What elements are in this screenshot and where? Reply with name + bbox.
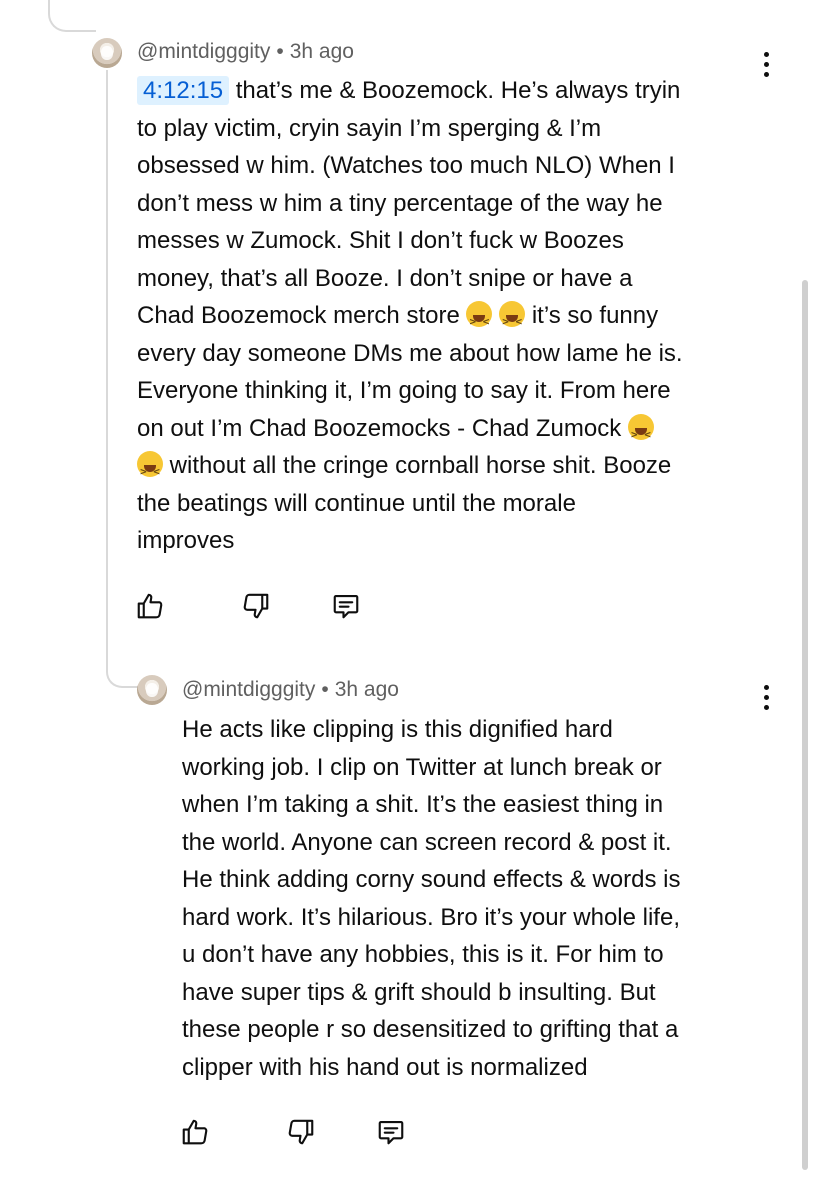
reply-connector: [106, 640, 142, 688]
timestamp-link[interactable]: 4:12:15: [137, 76, 230, 105]
comment-line: every day someone DMs me about how lame …: [137, 339, 683, 367]
comment-line: obsessed w him. (Watches too much NLO) W…: [137, 152, 675, 179]
comment-meta: @mintdigggity • 3h ago: [182, 678, 399, 702]
grinning-squinting-face-emoji: [137, 451, 163, 491]
author-name[interactable]: @mintdigggity: [137, 40, 270, 63]
comment-icon: [378, 1120, 404, 1145]
comment-text: 4:12:15 that’s me & Boozemock. He’s alwa…: [137, 72, 787, 560]
comment-line: the beatings will continue until the mor…: [137, 489, 576, 517]
comment-line: He acts like clipping is this dignified …: [182, 716, 613, 743]
comment-actions: [128, 586, 368, 626]
comment-line: working job. I clip on Twitter at lunch …: [182, 753, 662, 781]
comment-line: without all the cringe cornball horse sh…: [163, 452, 672, 479]
comment-line: when I’m taking a shit. It’s the easiest…: [182, 791, 664, 818]
comment-line: have super tips & grift should b insulti…: [182, 978, 656, 1006]
meta-separator: •: [276, 40, 284, 63]
comment-line: on out I’m Chad Boozemocks - Chad Zumock: [137, 414, 622, 442]
like-button[interactable]: [128, 586, 172, 626]
grinning-squinting-face-emoji: [466, 301, 493, 341]
comment-line: that’s me & Boozemock. He’s always tryin: [229, 77, 681, 104]
comment-line: clipper with his hand out is normalized: [182, 1053, 588, 1081]
comment-meta: @mintdigggity • 3h ago: [137, 40, 354, 64]
reply-button[interactable]: [369, 1112, 413, 1152]
thumbs-up-icon: [182, 1119, 208, 1145]
grinning-squinting-face-emoji: [499, 301, 526, 341]
comment-line: don’t mess w him a tiny percentage of th…: [137, 189, 663, 217]
thumbs-down-icon: [288, 1119, 314, 1145]
thread-connector: [48, 0, 96, 32]
comment-actions: [173, 1112, 413, 1152]
comment-line: to play victim, cryin sayin I’m sperging…: [137, 114, 602, 142]
comment-line: money, that’s all Booze. I don’t snipe o…: [137, 264, 633, 292]
comment-line: messes w Zumock. Shit I don’t fuck w Boo…: [137, 227, 624, 254]
comment-line: these people r so desensitized to grifti…: [182, 1016, 679, 1043]
comment-line: hard work. It’s hilarious. Bro it’s your…: [182, 903, 680, 931]
comment-line: the world. Anyone can screen record & po…: [182, 828, 672, 856]
like-button[interactable]: [173, 1112, 217, 1152]
thumbs-up-icon: [137, 593, 163, 619]
comment-text: He acts like clipping is this dignified …: [182, 711, 782, 1086]
dislike-button[interactable]: [279, 1112, 323, 1152]
thumbs-down-icon: [243, 593, 269, 619]
comment-icon: [333, 594, 359, 619]
comment-line: Everyone thinking it, I’m going to say i…: [137, 377, 671, 404]
thread-line: [106, 70, 108, 670]
meta-separator: •: [321, 678, 329, 701]
comment-line: improves: [137, 527, 235, 554]
comment-line: He think adding corny sound effects & wo…: [182, 866, 681, 893]
comment-line: Chad Boozemock merch store: [137, 302, 460, 329]
dislike-button[interactable]: [234, 586, 278, 626]
comment-time: 3h ago: [334, 678, 399, 701]
avatar[interactable]: [137, 675, 167, 705]
grinning-squinting-face-emoji: [627, 413, 654, 453]
reply-button[interactable]: [324, 586, 368, 626]
scrollbar[interactable]: [802, 280, 808, 1170]
avatar[interactable]: [92, 38, 122, 68]
author-name[interactable]: @mintdigggity: [182, 678, 315, 701]
comment-time: 3h ago: [289, 40, 354, 63]
comment-line: u don’t have any hobbies, this is it. Fo…: [182, 941, 664, 968]
comment-line: it’s so funny: [525, 302, 659, 329]
